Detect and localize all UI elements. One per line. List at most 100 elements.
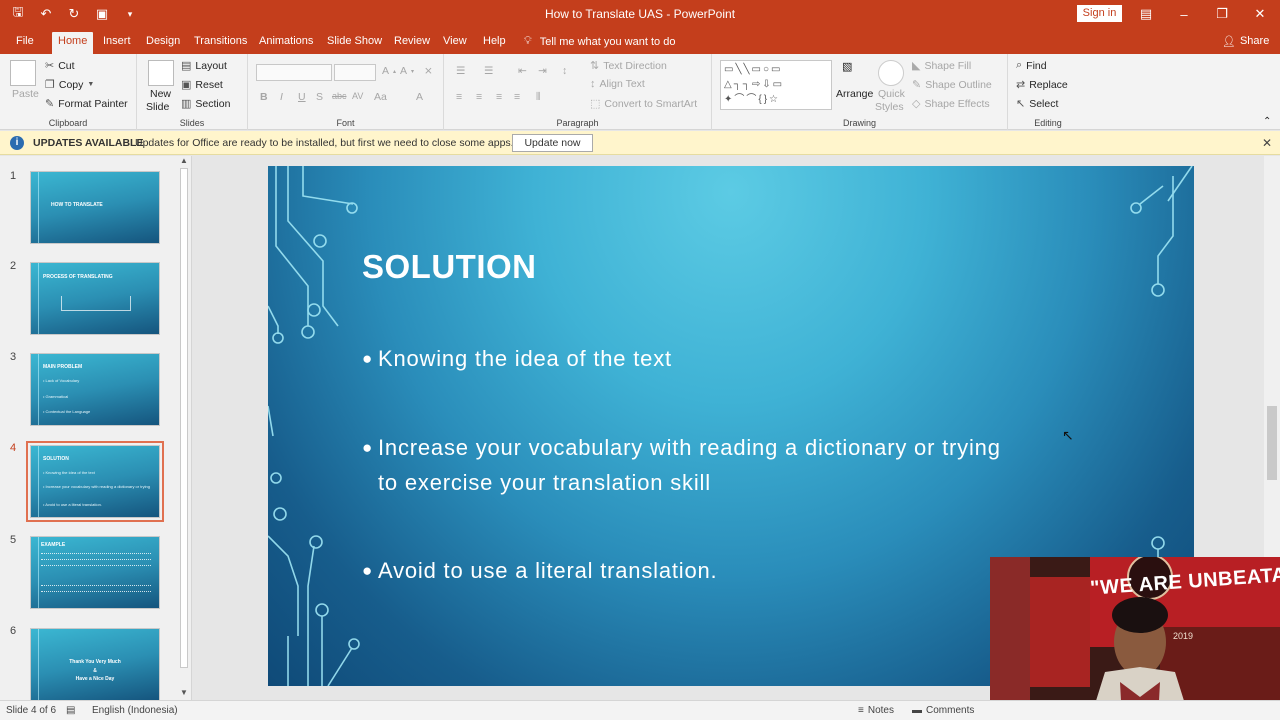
paste-icon[interactable]	[10, 60, 36, 86]
tab-design[interactable]: Design	[140, 32, 186, 54]
tell-me-search[interactable]: 💡︎ Tell me what you want to do	[524, 35, 675, 48]
align-text-button[interactable]: ↕ Align Text	[590, 78, 645, 90]
circuit-decoration	[33, 263, 39, 334]
thumbnail-scrollbar[interactable]: ▲ ▼	[178, 156, 190, 700]
increase-font-size-icon[interactable]: A ▴	[382, 65, 396, 77]
line-spacing-icon[interactable]: ↕	[562, 65, 567, 77]
maximize-icon[interactable]: ❐	[1203, 0, 1241, 28]
increase-indent-icon[interactable]: ⇥	[538, 65, 547, 77]
strikethrough-icon[interactable]: abc	[332, 91, 347, 101]
arrange-icon[interactable]: ▧	[842, 60, 868, 86]
close-icon[interactable]: ✕	[1241, 0, 1279, 28]
scroll-up-icon[interactable]: ▲	[180, 156, 188, 165]
bullets-icon[interactable]: ☰	[456, 65, 465, 77]
undo-icon[interactable]: ↶	[36, 4, 56, 24]
copy-button[interactable]: ❐ Copy ▼	[45, 78, 94, 92]
align-center-icon[interactable]: ≡	[476, 91, 482, 103]
bullet-dot: ●	[362, 438, 374, 457]
tab-file[interactable]: File	[10, 32, 40, 54]
tab-home[interactable]: Home	[52, 32, 94, 54]
slide-thumbnail-6[interactable]: Thank You Very Much & Have a Nice Day	[30, 628, 160, 701]
underline-icon[interactable]: U	[298, 91, 306, 103]
font-name-combo[interactable]	[256, 64, 332, 81]
font-size-combo[interactable]	[334, 64, 376, 81]
tab-insert[interactable]: Insert	[97, 32, 137, 54]
replace-icon: ⇄	[1016, 79, 1026, 91]
lightbulb-icon: 💡︎	[524, 35, 532, 47]
shadow-icon[interactable]: S	[316, 91, 323, 103]
slide-thumbnail-1[interactable]: HOW TO TRANSLATE	[30, 171, 160, 244]
shape-effects-button[interactable]: ◇ Shape Effects	[912, 97, 990, 111]
bullet-item[interactable]: ● Avoid to use a literal translation.	[362, 553, 717, 588]
minimize-icon[interactable]: –	[1165, 0, 1203, 28]
slide-thumbnail-3[interactable]: MAIN PROBLEM • Lack of Vocabulary • Gram…	[30, 353, 160, 426]
decrease-font-size-icon[interactable]: A ▾	[400, 65, 414, 77]
customize-toolbar-icon[interactable]: ▾	[120, 4, 140, 24]
scrollbar-thumb[interactable]	[1267, 406, 1277, 480]
change-case-icon[interactable]: Aa	[374, 91, 387, 103]
start-from-beginning-icon[interactable]: ▣	[92, 4, 112, 24]
slide-thumbnail-5[interactable]: EXAMPLE	[30, 536, 160, 609]
language-indicator[interactable]: English (Indonesia)	[92, 705, 178, 716]
columns-icon[interactable]: ⫴	[536, 91, 540, 104]
clear-formatting-icon[interactable]: ⨯	[424, 65, 433, 77]
new-slide-button[interactable]: New	[150, 88, 171, 100]
ribbon-display-options-icon[interactable]: ▤	[1127, 0, 1165, 28]
comments-button[interactable]: ▬ Comments	[912, 705, 974, 716]
quick-styles-icon[interactable]	[878, 60, 904, 86]
text-direction-button[interactable]: ⇅ Text Direction	[590, 59, 667, 73]
shapes-gallery[interactable]: ▭╲╲▭○▭ △┐┐⇨⇩▭ ✦⌒⌒{}☆	[720, 60, 832, 110]
slide-thumbnail-2[interactable]: PROCESS OF TRANSLATING	[30, 262, 160, 335]
spell-check-icon[interactable]: ▤	[66, 705, 75, 716]
collapse-ribbon-icon[interactable]: ⌃	[1263, 116, 1271, 127]
save-icon[interactable]: 🖫	[8, 4, 28, 24]
scrollbar-thumb[interactable]	[180, 168, 188, 668]
cut-button[interactable]: ✂ Cut	[45, 59, 75, 73]
align-left-icon[interactable]: ≡	[456, 91, 462, 103]
tab-transitions[interactable]: Transitions	[188, 32, 253, 54]
bullet-item[interactable]: ● Knowing the idea of the text	[362, 341, 672, 376]
replace-button[interactable]: ⇄ Replace	[1016, 78, 1068, 92]
scroll-down-icon[interactable]: ▼	[180, 688, 188, 697]
thumbnail-title: HOW TO TRANSLATE	[51, 202, 103, 208]
new-slide-icon[interactable]	[148, 60, 174, 86]
share-button[interactable]: 👤︎ Share	[1222, 35, 1269, 48]
arrange-button[interactable]: Arrange	[836, 88, 873, 100]
slide-title[interactable]: SOLUTION	[362, 248, 537, 286]
select-button[interactable]: ↖ Select	[1016, 97, 1058, 111]
bullet-dot: ●	[362, 561, 374, 580]
notes-button[interactable]: ≡ Notes	[858, 705, 894, 716]
tab-animations[interactable]: Animations	[253, 32, 319, 54]
format-painter-button[interactable]: ✎ Format Painter	[45, 97, 128, 111]
tab-view[interactable]: View	[437, 32, 473, 54]
new-slide-button-line2[interactable]: Slide	[146, 101, 169, 113]
align-right-icon[interactable]: ≡	[496, 91, 502, 103]
layout-button[interactable]: ▤ Layout	[181, 59, 227, 73]
decrease-indent-icon[interactable]: ⇤	[518, 65, 527, 77]
bold-icon[interactable]: B	[260, 91, 268, 103]
justify-icon[interactable]: ≡	[514, 91, 520, 103]
tab-review[interactable]: Review	[388, 32, 436, 54]
tab-help[interactable]: Help	[477, 32, 512, 54]
redo-icon[interactable]: ↻	[64, 4, 84, 24]
close-icon[interactable]: ✕	[1262, 136, 1272, 150]
sign-in-button[interactable]: Sign in	[1077, 5, 1122, 22]
convert-smartart-button[interactable]: ⬚ Convert to SmartArt	[590, 97, 697, 111]
update-now-button[interactable]: Update now	[512, 134, 593, 152]
shape-effects-label: Shape Effects	[924, 97, 990, 110]
shape-fill-button[interactable]: ◣ Shape Fill	[912, 59, 971, 73]
numbering-icon[interactable]: ☰	[484, 65, 493, 77]
font-color-icon[interactable]: A	[416, 91, 423, 103]
section-button[interactable]: ▥ Section	[181, 97, 230, 111]
find-button[interactable]: ⌕ Find	[1016, 59, 1047, 72]
paste-button[interactable]: Paste	[12, 88, 39, 100]
italic-icon[interactable]: I	[280, 91, 283, 103]
shape-outline-button[interactable]: ✎ Shape Outline	[912, 78, 992, 92]
tab-slide-show[interactable]: Slide Show	[321, 32, 388, 54]
quick-styles-button[interactable]: Quick	[878, 88, 905, 100]
reset-button[interactable]: ▣ Reset	[181, 78, 223, 92]
slide-thumbnail-4[interactable]: SOLUTION • Knowing the idea of the text …	[26, 441, 164, 522]
quick-styles-button-line2[interactable]: Styles	[875, 101, 904, 113]
bullet-item[interactable]: ● Increase your vocabulary with reading …	[362, 430, 1001, 500]
character-spacing-icon[interactable]: AV	[352, 91, 363, 101]
